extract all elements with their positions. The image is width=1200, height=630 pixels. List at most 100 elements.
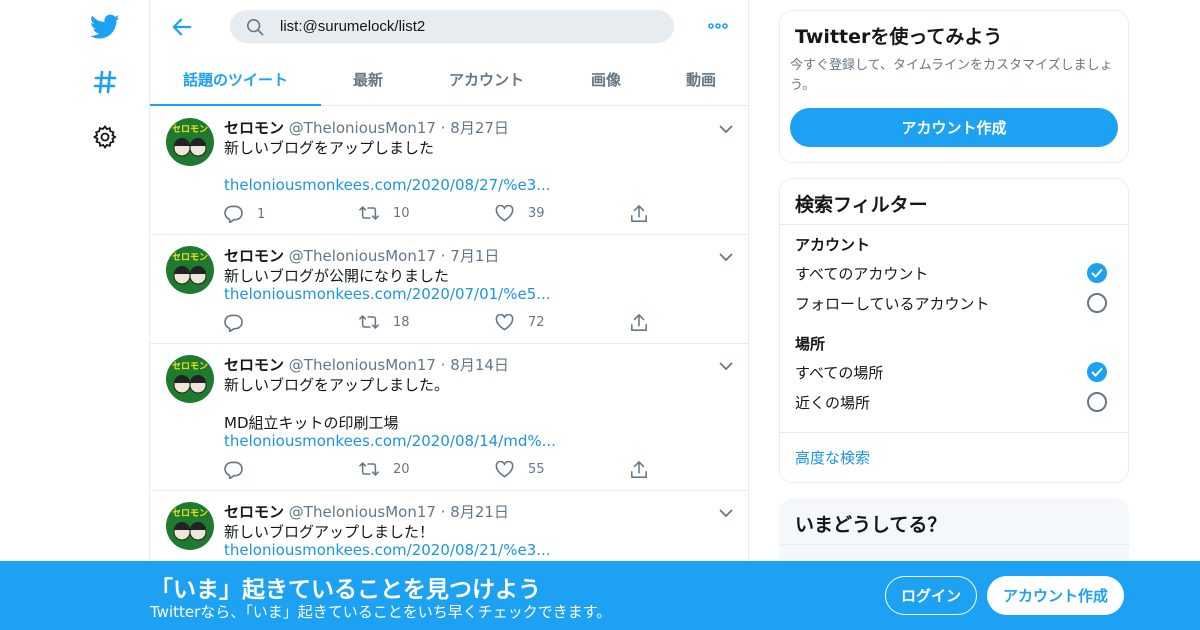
filter-option-all-locations[interactable]: すべての場所	[795, 360, 1115, 384]
share-icon	[631, 314, 647, 331]
login-button[interactable]: ログイン	[885, 576, 977, 615]
tweet-actions: 18 72	[224, 314, 654, 334]
tweet-date[interactable]: 7月1日	[450, 247, 499, 265]
tweet-date[interactable]: 8月14日	[450, 356, 509, 374]
unchecked-radio-icon[interactable]	[1087, 293, 1107, 313]
avatar-hair	[174, 266, 190, 274]
tweet-author-name[interactable]: セロモン	[224, 356, 284, 374]
twitter-search-page: 話題のツイート 最新 アカウント 画像 動画 セロモン セロモン @Thelon…	[0, 0, 1200, 630]
divider	[780, 432, 1128, 433]
like-count: 39	[528, 206, 545, 221]
signup-button[interactable]: アカウント作成	[987, 576, 1124, 615]
tweet-author-name[interactable]: セロモン	[224, 247, 284, 265]
retweet-count: 20	[393, 461, 410, 477]
filter-option-nearby[interactable]: 近くの場所	[795, 390, 1115, 414]
location-filter-heading: 場所	[795, 335, 826, 353]
retweet-icon	[359, 315, 379, 329]
tweet-author-handle[interactable]: @TheloniousMon17	[289, 356, 436, 374]
more-options-icon[interactable]	[706, 16, 730, 36]
signup-card-description: 今すぐ登録して、タイムラインをカスタマイズしましょう。	[790, 58, 1113, 93]
tab-top[interactable]: 話題のツイート	[150, 53, 321, 106]
search-tabs: 話題のツイート 最新 アカウント 画像 動画	[150, 53, 748, 106]
share-button[interactable]	[630, 205, 662, 223]
chevron-down-icon[interactable]	[716, 119, 736, 139]
search-header	[150, 0, 748, 53]
filter-option-label: すべての場所	[795, 363, 884, 382]
retweet-button[interactable]: 20	[359, 461, 410, 477]
tab-latest[interactable]: 最新	[321, 53, 415, 105]
login-prompt-banner: 「いま」起きていることを見つけよう Twitterなら、「いま」起きていることを…	[0, 561, 1200, 630]
avatar[interactable]: セロモン	[166, 246, 214, 294]
retweet-button[interactable]: 18	[359, 314, 410, 330]
tweet-link[interactable]: theloniousmonkees.com/2020/07/01/%e5...	[224, 285, 551, 303]
like-count: 72	[528, 315, 545, 330]
like-button[interactable]: 39	[495, 205, 545, 222]
tab-accounts[interactable]: アカウント	[415, 53, 558, 105]
tweet-author-handle[interactable]: @TheloniousMon17	[289, 247, 436, 265]
avatar[interactable]: セロモン	[166, 118, 214, 166]
reply-button[interactable]	[224, 314, 257, 332]
tweet-author-handle[interactable]: @TheloniousMon17	[289, 119, 436, 137]
divider	[780, 224, 1128, 225]
tweet-link[interactable]: theloniousmonkees.com/2020/08/27/%e3...	[224, 176, 551, 194]
reply-button[interactable]	[224, 461, 257, 479]
filter-option-following-accounts[interactable]: フォローしているアカウント	[795, 291, 1115, 315]
twitter-bird-icon[interactable]	[90, 12, 120, 42]
tweet-author-name[interactable]: セロモン	[224, 119, 284, 137]
hashtag-explore-icon[interactable]	[90, 67, 120, 97]
avatar-label: セロモン	[172, 124, 208, 135]
tweet-date[interactable]: 8月27日	[450, 119, 509, 137]
share-icon	[631, 205, 647, 222]
tweet-date[interactable]: 8月21日	[450, 503, 509, 521]
tweet-text-line: 新しいブログをアップしました	[224, 139, 435, 157]
tweet-item[interactable]: セロモン セロモン @TheloniousMon17 · 8月14日 新しいブロ…	[150, 344, 748, 491]
left-navigation	[80, 0, 150, 630]
reply-icon	[224, 314, 243, 332]
retweet-icon	[359, 206, 379, 220]
filter-option-all-accounts[interactable]: すべてのアカウント	[795, 261, 1115, 285]
tweet-link[interactable]: theloniousmonkees.com/2020/08/21/%e3...	[224, 541, 551, 559]
tweet-item[interactable]: セロモン セロモン @TheloniousMon17 · 7月1日 新しいブログ…	[150, 235, 748, 344]
retweet-button[interactable]: 10	[359, 205, 410, 221]
tweet-author-handle[interactable]: @TheloniousMon17	[289, 503, 436, 521]
signup-card: Twitterを使ってみよう 今すぐ登録して、タイムラインをカスタマイズしましょ…	[779, 10, 1129, 163]
search-icon	[246, 18, 264, 40]
like-button[interactable]: 72	[495, 314, 545, 331]
reply-button[interactable]: 1	[224, 205, 265, 223]
create-account-button[interactable]: アカウント作成	[790, 108, 1118, 147]
avatar-label: セロモン	[172, 252, 208, 263]
tab-photos[interactable]: 画像	[558, 53, 654, 105]
avatar[interactable]: セロモン	[166, 502, 214, 550]
like-button[interactable]: 55	[495, 461, 545, 478]
back-arrow-icon[interactable]	[168, 13, 196, 41]
tweet-text-line: MD組立キットの印刷工場	[224, 414, 399, 432]
tweet-item[interactable]: セロモン セロモン @TheloniousMon17 · 8月27日 新しいブロ…	[150, 107, 748, 235]
share-icon	[631, 461, 647, 478]
tweet-author-name[interactable]: セロモン	[224, 503, 284, 521]
avatar[interactable]: セロモン	[166, 355, 214, 403]
advanced-search-link[interactable]: 高度な検索	[795, 447, 870, 468]
tweet-link[interactable]: theloniousmonkees.com/2020/08/14/md%...	[224, 432, 556, 450]
tweet-header: セロモン @TheloniousMon17 · 8月21日	[224, 501, 509, 522]
tab-videos[interactable]: 動画	[654, 53, 748, 105]
reply-count: 1	[257, 206, 266, 222]
filter-option-label: フォローしているアカウント	[795, 294, 990, 313]
checked-radio-icon[interactable]	[1087, 362, 1107, 382]
gear-icon[interactable]	[90, 122, 120, 152]
search-filter-card: 検索フィルター アカウント すべてのアカウント フォローしているアカウント 場所…	[779, 178, 1129, 483]
avatar-hair	[174, 375, 190, 383]
tweet-text-line: 新しいブログをアップしました。	[224, 376, 450, 394]
share-button[interactable]	[630, 461, 662, 479]
tweet-dot-separator: ·	[440, 247, 446, 265]
chevron-down-icon[interactable]	[716, 503, 736, 523]
search-input[interactable]	[280, 10, 660, 43]
unchecked-radio-icon[interactable]	[1087, 392, 1107, 412]
retweet-icon	[359, 462, 379, 476]
share-button[interactable]	[630, 314, 662, 332]
banner-title: 「いま」起きていることを見つけよう	[150, 577, 541, 603]
search-box[interactable]	[230, 10, 674, 43]
chevron-down-icon[interactable]	[716, 247, 736, 267]
checked-radio-icon[interactable]	[1087, 263, 1107, 283]
chevron-down-icon[interactable]	[716, 356, 736, 376]
avatar-hair	[174, 522, 190, 530]
